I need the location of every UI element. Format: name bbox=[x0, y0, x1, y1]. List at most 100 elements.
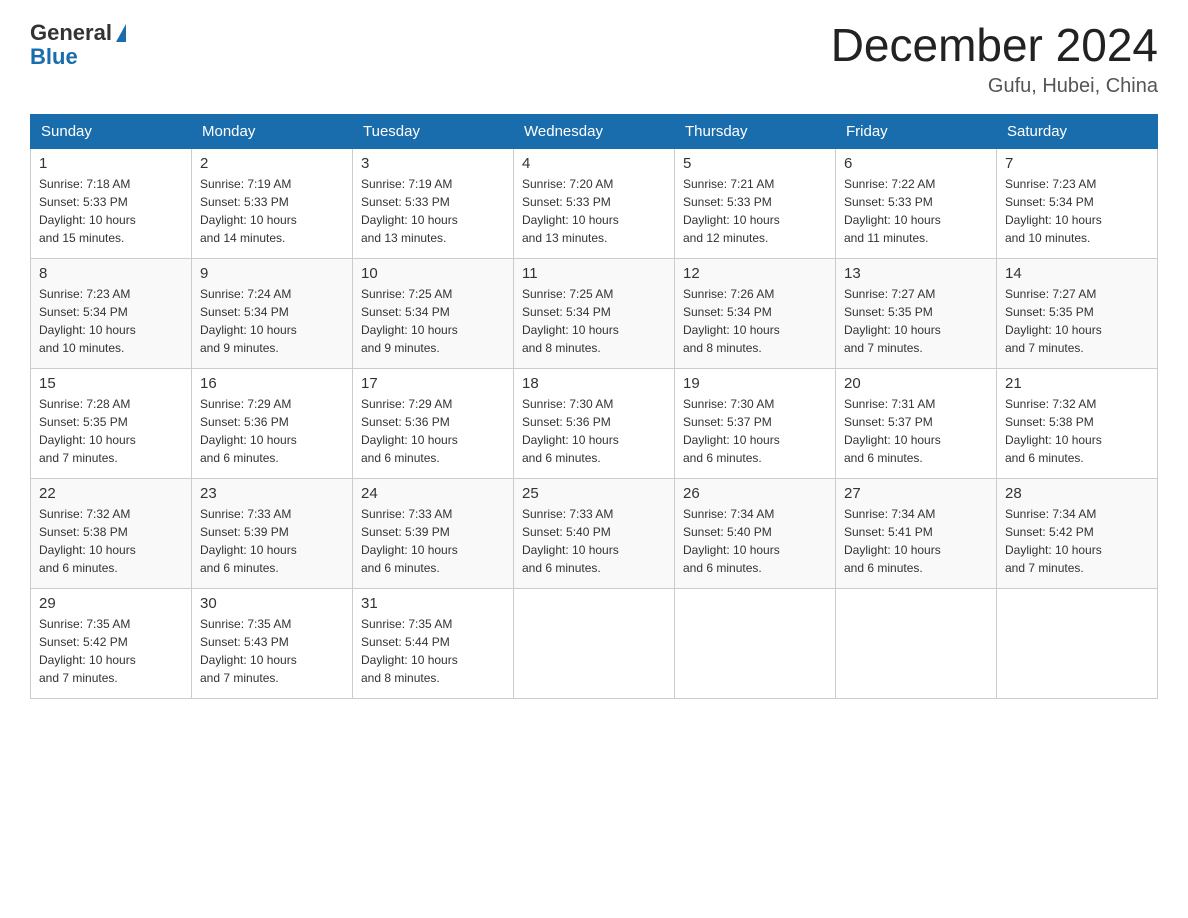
weekday-header-friday: Friday bbox=[836, 114, 997, 148]
calendar-day-cell: 29 Sunrise: 7:35 AMSunset: 5:42 PMDayligh… bbox=[31, 588, 192, 698]
calendar-day-cell: 10 Sunrise: 7:25 AMSunset: 5:34 PMDayligh… bbox=[353, 258, 514, 368]
day-number: 7 bbox=[1005, 155, 1149, 172]
day-number: 9 bbox=[200, 265, 344, 282]
day-info: Sunrise: 7:19 AMSunset: 5:33 PMDaylight:… bbox=[200, 175, 344, 247]
calendar-day-cell: 31Sunrise: 7:35 AMSunset: 5:44 PMDayligh… bbox=[353, 588, 514, 698]
day-info: Sunrise: 7:21 AMSunset: 5:33 PMDaylight:… bbox=[683, 175, 827, 247]
logo-triangle-icon bbox=[116, 24, 126, 42]
calendar-day-cell: 23Sunrise: 7:33 AMSunset: 5:39 PMDayligh… bbox=[192, 478, 353, 588]
day-info: Sunrise: 7:31 AMSunset: 5:37 PMDaylight:… bbox=[844, 395, 988, 467]
day-number: 4 bbox=[522, 155, 666, 172]
calendar-week-row: 8Sunrise: 7:23 AMSunset: 5:34 PMDaylight… bbox=[31, 258, 1158, 368]
day-number: 18 bbox=[522, 375, 666, 392]
day-info: Sunrise: 7:30 AMSunset: 5:36 PMDaylight:… bbox=[522, 395, 666, 467]
location-text: Gufu, Hubei, China bbox=[831, 75, 1158, 98]
day-number: 24 bbox=[361, 485, 505, 502]
calendar-week-row: 15Sunrise: 7:28 AMSunset: 5:35 PMDayligh… bbox=[31, 368, 1158, 478]
calendar-day-cell: 14 Sunrise: 7:27 AMSunset: 5:35 PMDayligh… bbox=[997, 258, 1158, 368]
day-number: 20 bbox=[844, 375, 988, 392]
day-info: Sunrise: 7:23 AMSunset: 5:34 PMDaylight:… bbox=[1005, 175, 1149, 247]
weekday-header-tuesday: Tuesday bbox=[353, 114, 514, 148]
day-number: 22 bbox=[39, 485, 183, 502]
day-number: 28 bbox=[1005, 485, 1149, 502]
calendar-day-cell: 22Sunrise: 7:32 AMSunset: 5:38 PMDayligh… bbox=[31, 478, 192, 588]
day-number: 21 bbox=[1005, 375, 1149, 392]
day-info: Sunrise: 7:29 AMSunset: 5:36 PMDaylight:… bbox=[361, 395, 505, 467]
calendar-day-cell: 2 Sunrise: 7:19 AMSunset: 5:33 PMDaylight… bbox=[192, 148, 353, 258]
weekday-header-wednesday: Wednesday bbox=[514, 114, 675, 148]
day-number: 14 bbox=[1005, 265, 1149, 282]
day-number: 30 bbox=[200, 595, 344, 612]
day-info: Sunrise: 7:26 AMSunset: 5:34 PMDaylight:… bbox=[683, 285, 827, 357]
day-info: Sunrise: 7:24 AMSunset: 5:34 PMDaylight:… bbox=[200, 285, 344, 357]
day-number: 1 bbox=[39, 155, 183, 172]
calendar-day-cell: 20 Sunrise: 7:31 AMSunset: 5:37 PMDayligh… bbox=[836, 368, 997, 478]
page-header: General Blue December 2024 Gufu, Hubei, … bbox=[30, 20, 1158, 98]
day-number: 11 bbox=[522, 265, 666, 282]
day-info: Sunrise: 7:34 AMSunset: 5:41 PMDaylight:… bbox=[844, 505, 988, 577]
day-info: Sunrise: 7:35 AMSunset: 5:43 PMDaylight:… bbox=[200, 615, 344, 687]
logo-blue-text: Blue bbox=[30, 44, 78, 70]
day-info: Sunrise: 7:25 AMSunset: 5:34 PMDaylight:… bbox=[522, 285, 666, 357]
day-info: Sunrise: 7:33 AMSunset: 5:39 PMDaylight:… bbox=[361, 505, 505, 577]
calendar-day-cell: 25 Sunrise: 7:33 AMSunset: 5:40 PMDayligh… bbox=[514, 478, 675, 588]
day-number: 13 bbox=[844, 265, 988, 282]
calendar-day-cell bbox=[997, 588, 1158, 698]
weekday-header-saturday: Saturday bbox=[997, 114, 1158, 148]
calendar-day-cell: 5 Sunrise: 7:21 AMSunset: 5:33 PMDaylight… bbox=[675, 148, 836, 258]
calendar-day-cell: 7 Sunrise: 7:23 AMSunset: 5:34 PMDaylight… bbox=[997, 148, 1158, 258]
logo-general-text: General bbox=[30, 20, 112, 46]
calendar-week-row: 29 Sunrise: 7:35 AMSunset: 5:42 PMDayligh… bbox=[31, 588, 1158, 698]
calendar-day-cell: 24 Sunrise: 7:33 AMSunset: 5:39 PMDayligh… bbox=[353, 478, 514, 588]
day-info: Sunrise: 7:30 AMSunset: 5:37 PMDaylight:… bbox=[683, 395, 827, 467]
day-info: Sunrise: 7:35 AMSunset: 5:44 PMDaylight:… bbox=[361, 615, 505, 687]
calendar-day-cell: 12 Sunrise: 7:26 AMSunset: 5:34 PMDayligh… bbox=[675, 258, 836, 368]
day-number: 2 bbox=[200, 155, 344, 172]
calendar-day-cell: 6 Sunrise: 7:22 AMSunset: 5:33 PMDaylight… bbox=[836, 148, 997, 258]
calendar-day-cell: 21 Sunrise: 7:32 AMSunset: 5:38 PMDayligh… bbox=[997, 368, 1158, 478]
day-number: 12 bbox=[683, 265, 827, 282]
weekday-header-monday: Monday bbox=[192, 114, 353, 148]
day-number: 5 bbox=[683, 155, 827, 172]
day-number: 16 bbox=[200, 375, 344, 392]
weekday-header-sunday: Sunday bbox=[31, 114, 192, 148]
day-info: Sunrise: 7:32 AMSunset: 5:38 PMDaylight:… bbox=[1005, 395, 1149, 467]
day-info: Sunrise: 7:34 AMSunset: 5:40 PMDaylight:… bbox=[683, 505, 827, 577]
calendar-day-cell: 1 Sunrise: 7:18 AMSunset: 5:33 PMDaylight… bbox=[31, 148, 192, 258]
calendar-day-cell: 4 Sunrise: 7:20 AMSunset: 5:33 PMDaylight… bbox=[514, 148, 675, 258]
calendar-day-cell: 19 Sunrise: 7:30 AMSunset: 5:37 PMDayligh… bbox=[675, 368, 836, 478]
day-info: Sunrise: 7:33 AMSunset: 5:40 PMDaylight:… bbox=[522, 505, 666, 577]
day-number: 26 bbox=[683, 485, 827, 502]
day-info: Sunrise: 7:20 AMSunset: 5:33 PMDaylight:… bbox=[522, 175, 666, 247]
calendar-week-row: 1 Sunrise: 7:18 AMSunset: 5:33 PMDaylight… bbox=[31, 148, 1158, 258]
calendar-day-cell: 26 Sunrise: 7:34 AMSunset: 5:40 PMDayligh… bbox=[675, 478, 836, 588]
calendar-day-cell: 30 Sunrise: 7:35 AMSunset: 5:43 PMDayligh… bbox=[192, 588, 353, 698]
day-number: 29 bbox=[39, 595, 183, 612]
day-number: 25 bbox=[522, 485, 666, 502]
day-info: Sunrise: 7:34 AMSunset: 5:42 PMDaylight:… bbox=[1005, 505, 1149, 577]
day-info: Sunrise: 7:23 AMSunset: 5:34 PMDaylight:… bbox=[39, 285, 183, 357]
day-number: 10 bbox=[361, 265, 505, 282]
day-info: Sunrise: 7:25 AMSunset: 5:34 PMDaylight:… bbox=[361, 285, 505, 357]
calendar-day-cell: 15Sunrise: 7:28 AMSunset: 5:35 PMDayligh… bbox=[31, 368, 192, 478]
day-info: Sunrise: 7:27 AMSunset: 5:35 PMDaylight:… bbox=[1005, 285, 1149, 357]
day-number: 17 bbox=[361, 375, 505, 392]
title-block: December 2024 Gufu, Hubei, China bbox=[831, 20, 1158, 98]
day-number: 19 bbox=[683, 375, 827, 392]
day-number: 6 bbox=[844, 155, 988, 172]
calendar-day-cell: 27Sunrise: 7:34 AMSunset: 5:41 PMDayligh… bbox=[836, 478, 997, 588]
calendar-day-cell: 13Sunrise: 7:27 AMSunset: 5:35 PMDayligh… bbox=[836, 258, 997, 368]
calendar-day-cell: 16Sunrise: 7:29 AMSunset: 5:36 PMDayligh… bbox=[192, 368, 353, 478]
day-info: Sunrise: 7:22 AMSunset: 5:33 PMDaylight:… bbox=[844, 175, 988, 247]
calendar-day-cell bbox=[836, 588, 997, 698]
weekday-header-thursday: Thursday bbox=[675, 114, 836, 148]
calendar-day-cell: 28 Sunrise: 7:34 AMSunset: 5:42 PMDayligh… bbox=[997, 478, 1158, 588]
calendar-day-cell: 3Sunrise: 7:19 AMSunset: 5:33 PMDaylight… bbox=[353, 148, 514, 258]
day-number: 23 bbox=[200, 485, 344, 502]
calendar-day-cell: 9 Sunrise: 7:24 AMSunset: 5:34 PMDaylight… bbox=[192, 258, 353, 368]
day-info: Sunrise: 7:18 AMSunset: 5:33 PMDaylight:… bbox=[39, 175, 183, 247]
day-info: Sunrise: 7:19 AMSunset: 5:33 PMDaylight:… bbox=[361, 175, 505, 247]
calendar-table: SundayMondayTuesdayWednesdayThursdayFrid… bbox=[30, 114, 1158, 699]
day-info: Sunrise: 7:35 AMSunset: 5:42 PMDaylight:… bbox=[39, 615, 183, 687]
logo: General Blue bbox=[30, 20, 126, 70]
